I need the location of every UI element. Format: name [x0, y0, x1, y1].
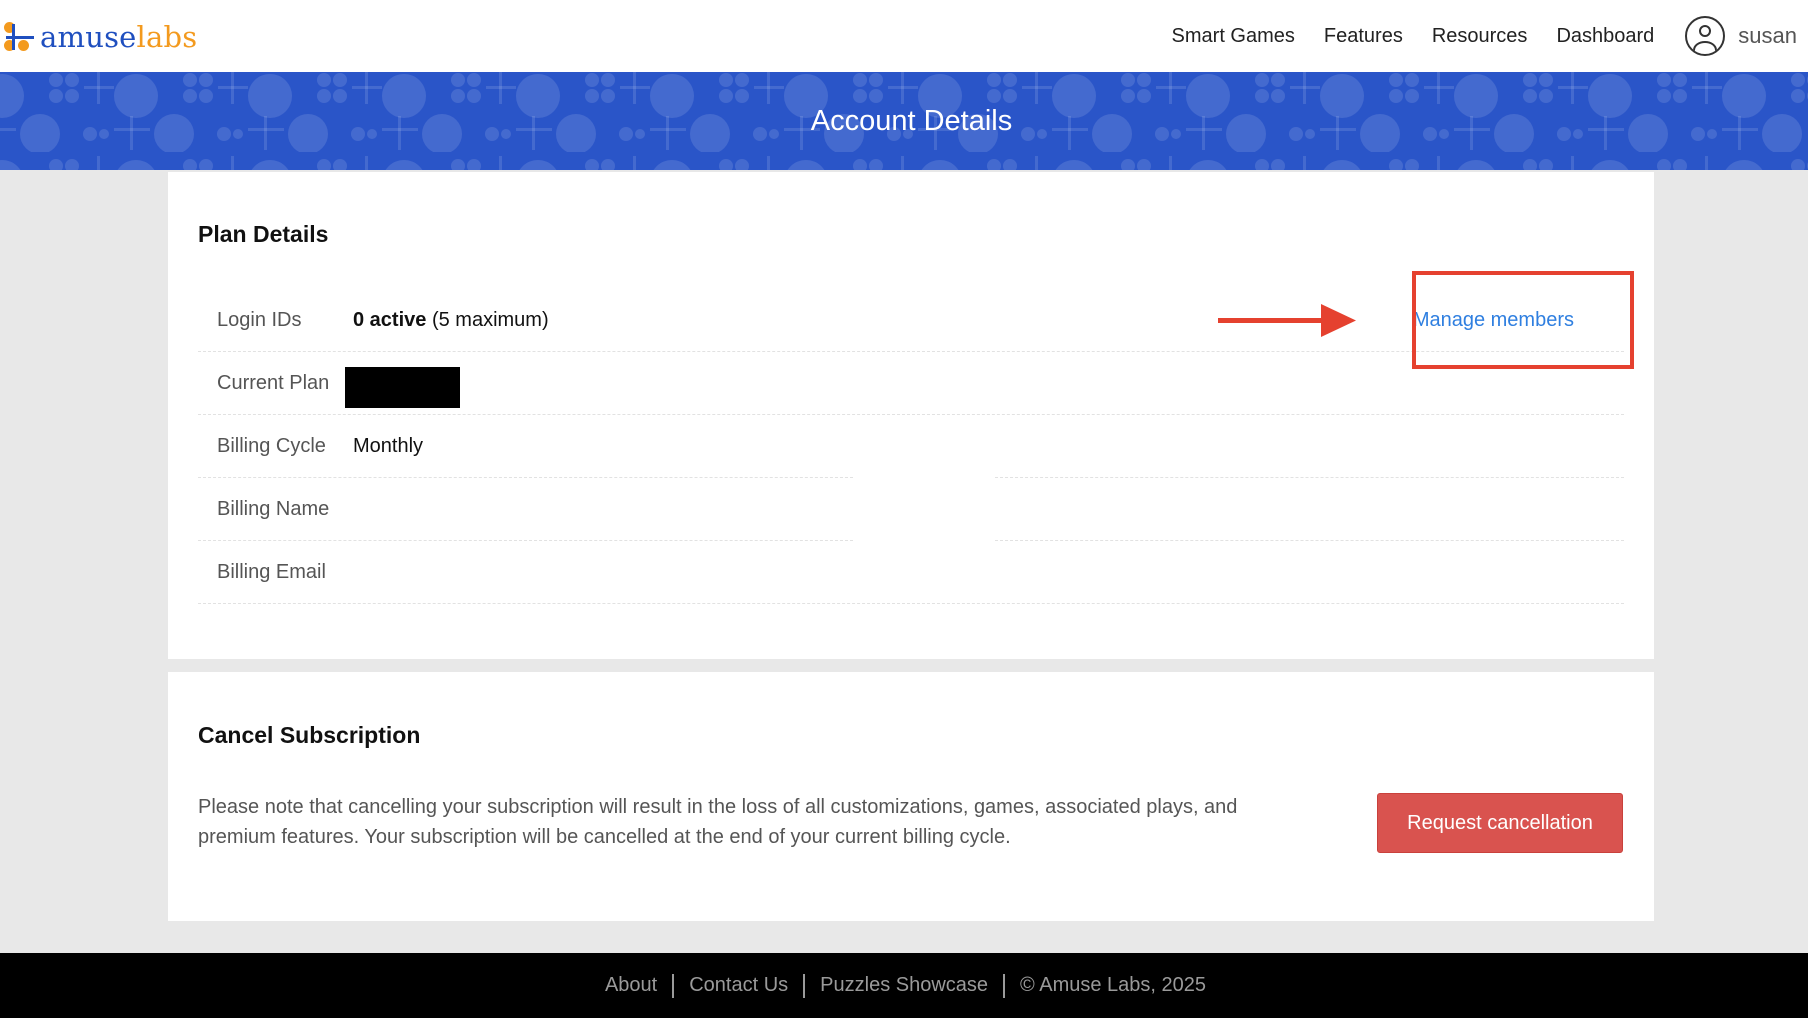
cancel-subscription-title: Cancel Subscription — [198, 722, 421, 748]
annotation-highlight-box — [1412, 271, 1634, 369]
redacted-plan-name — [345, 367, 460, 408]
row-billing-cycle: Billing Cycle Monthly — [198, 415, 1624, 478]
user-name: susan — [1738, 23, 1797, 48]
row-billing-email: Billing Email — [198, 541, 1624, 604]
nav-link-smart-games[interactable]: Smart Games — [1172, 25, 1295, 48]
footer-link-about[interactable]: About — [605, 974, 657, 997]
logo-text: amuselabs — [40, 20, 198, 54]
annotation-arrow-icon — [1218, 304, 1356, 337]
page-title: Account Details — [810, 104, 1013, 137]
row-billing-name: Billing Name — [198, 478, 1624, 541]
footer-divider — [672, 973, 675, 998]
request-cancellation-button[interactable]: Request cancellation — [1377, 793, 1623, 853]
user-circle-icon — [1685, 16, 1726, 56]
cancel-description: Please note that cancelling your subscri… — [198, 796, 1238, 848]
footer-divider — [803, 973, 806, 998]
row-label-current-plan: Current Plan — [217, 372, 330, 394]
row-value-login-ids: 0 active (5 maximum) — [353, 309, 549, 331]
row-label-billing-email: Billing Email — [217, 561, 326, 583]
nav-link-resources[interactable]: Resources — [1432, 25, 1528, 48]
row-label-billing-name: Billing Name — [217, 498, 330, 520]
row-label-login-ids: Login IDs — [217, 309, 302, 331]
user-menu[interactable]: susan — [1685, 16, 1797, 56]
amuse-labs-logo-icon — [4, 22, 36, 52]
row-value-billing-cycle: Monthly — [353, 435, 424, 457]
row-label-billing-cycle: Billing Cycle — [217, 435, 326, 457]
footer: About Contact Us Puzzles Showcase © Amus… — [0, 953, 1808, 1018]
footer-copyright: © Amuse Labs, 2025 — [1020, 974, 1207, 996]
nav-link-dashboard[interactable]: Dashboard — [1556, 25, 1654, 48]
plan-details-card: Plan Details Login IDs 0 active (5 maxim… — [168, 172, 1654, 659]
plan-details-title: Plan Details — [198, 221, 329, 247]
cancel-subscription-card: Cancel Subscription Please note that can… — [168, 672, 1654, 921]
footer-divider — [1003, 973, 1006, 998]
nav-link-features[interactable]: Features — [1324, 25, 1403, 48]
footer-link-puzzles-showcase[interactable]: Puzzles Showcase — [820, 974, 988, 997]
amuselabs-logo[interactable]: amuselabs — [4, 20, 197, 54]
row-login-ids: Login IDs 0 active (5 maximum) Manage me… — [198, 289, 1624, 352]
row-current-plan: Current Plan — [198, 352, 1624, 415]
nav-links: Smart Games Features Resources Dashboard… — [1172, 0, 1808, 72]
footer-link-contact-us[interactable]: Contact Us — [689, 974, 788, 997]
page-banner: Account Details — [0, 72, 1808, 170]
top-navbar: amuselabs Smart Games Features Resources… — [0, 0, 1808, 72]
